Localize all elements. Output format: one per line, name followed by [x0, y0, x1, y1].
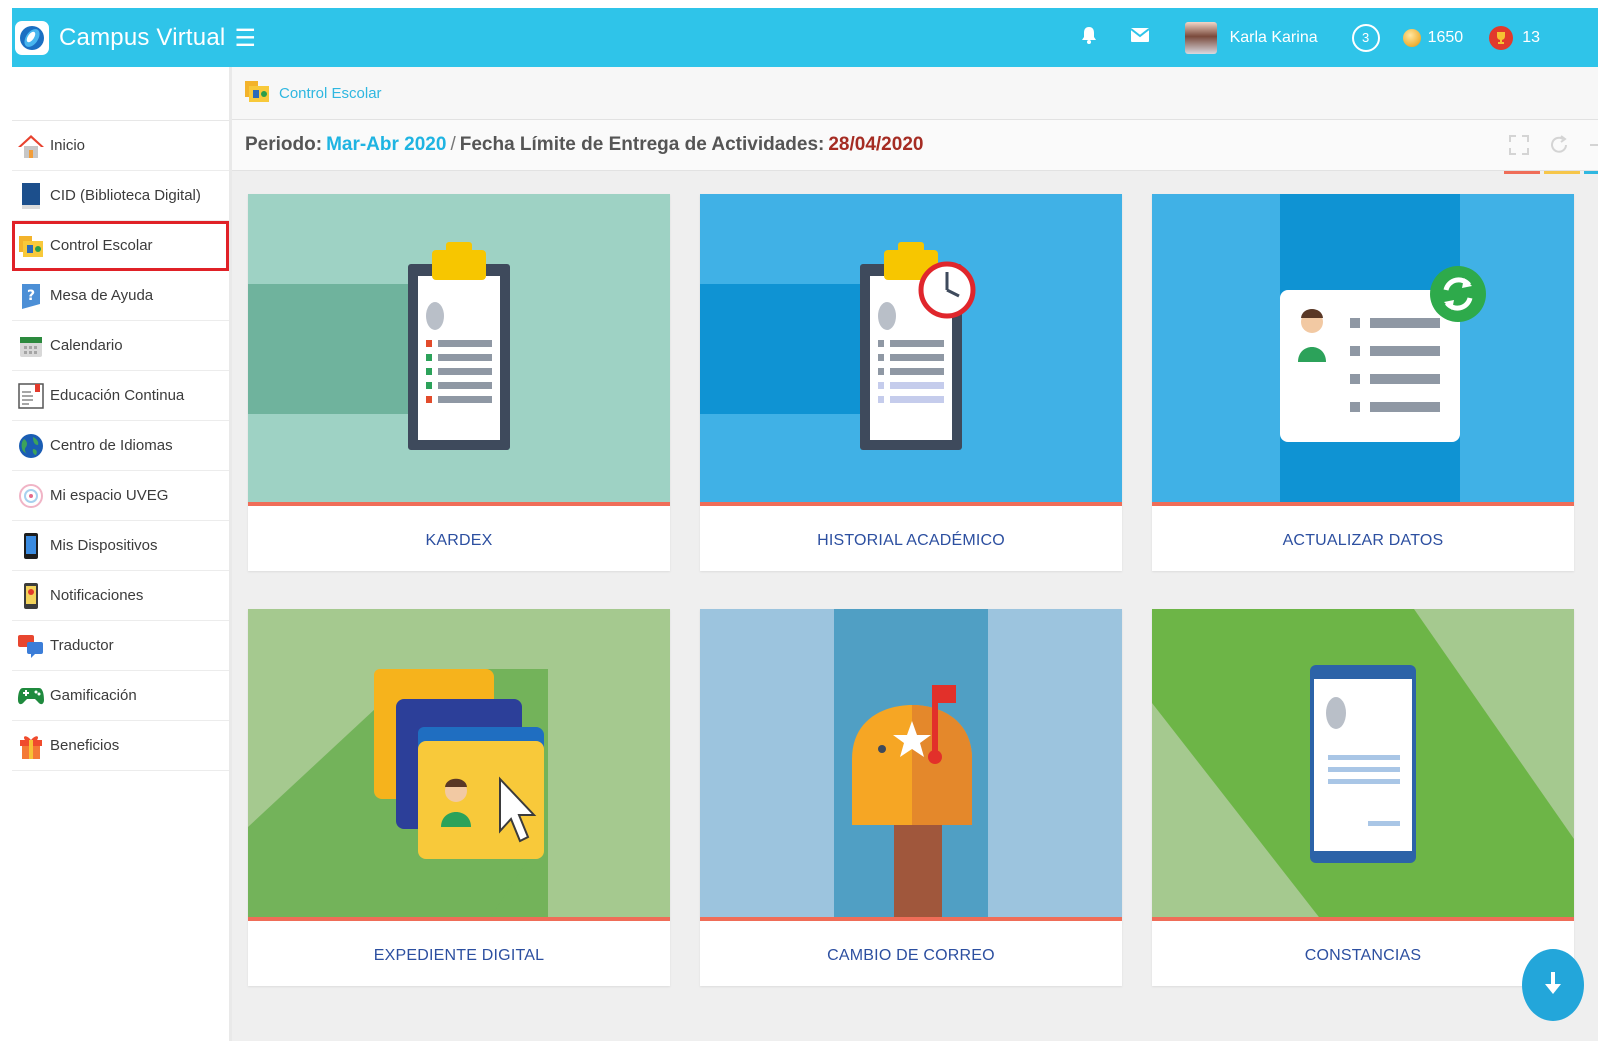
sidebar-item-label: Notificaciones	[50, 587, 144, 604]
chat-icon	[17, 632, 45, 660]
sidebar-item-label: Beneficios	[50, 737, 120, 754]
sidebar-item-label: Mis Dispositivos	[50, 537, 158, 554]
level-badge[interactable]: 3	[1351, 23, 1380, 52]
sidebar-item-educacion-continua[interactable]: Educación Continua	[12, 371, 229, 421]
cambio-correo-illustration	[700, 609, 1122, 921]
sidebar-item-inicio[interactable]: Inicio	[12, 121, 229, 171]
user-avatar[interactable]	[1184, 21, 1217, 54]
card-constancias[interactable]: CONSTANCIAS	[1152, 609, 1574, 986]
trophy-count[interactable]: 13	[1522, 29, 1540, 47]
scroll-down-button[interactable]	[1522, 949, 1584, 1021]
kardex-illustration	[248, 194, 670, 506]
book-icon	[17, 182, 45, 210]
sidebar-item-label: Inicio	[50, 137, 86, 154]
card-label: KARDEX	[425, 531, 493, 549]
sidebar-item-centro-de-idiomas[interactable]: Centro de Idiomas	[12, 421, 229, 471]
constancias-illustration	[1152, 609, 1574, 921]
coin-icon	[1402, 28, 1421, 47]
brand-logo-icon	[15, 21, 49, 55]
card-label: CONSTANCIAS	[1304, 946, 1422, 964]
sidebar-item-label: CID (Biblioteca Digital)	[50, 187, 201, 204]
card-expediente-digital[interactable]: EXPEDIENTE DIGITAL	[248, 609, 670, 986]
globe-icon	[17, 432, 45, 460]
sidebar-item-label: Control Escolar	[50, 237, 153, 254]
sidebar-item-cid[interactable]: CID (Biblioteca Digital)	[12, 171, 229, 221]
svg-text:?: ?	[27, 288, 35, 304]
sidebar-item-label: Mesa de Ayuda	[50, 287, 154, 304]
historial-illustration	[700, 194, 1122, 506]
sidebar-item-calendario[interactable]: Calendario	[12, 321, 229, 371]
card-historial-academico[interactable]: HISTORIAL ACADÉMICO	[700, 194, 1122, 571]
card-label: ACTUALIZAR DATOS	[1282, 531, 1444, 549]
sidebar-item-control-escolar[interactable]: Control Escolar	[12, 221, 229, 271]
actualizar-datos-illustration	[1152, 194, 1574, 506]
deadline-label: Fecha Límite de Entrega de Actividades:	[459, 134, 825, 155]
sidebar-nav: Inicio CID (Biblioteca Digital) Control …	[12, 120, 229, 771]
sidebar-item-label: Traductor	[50, 637, 114, 654]
top-right-tools: Karla Karina 3 1650 13	[1081, 8, 1598, 67]
period-header: Periodo: Mar-Abr 2020 / Fecha Límite de …	[232, 120, 1598, 174]
sidebar-item-label: Gamificación	[50, 687, 137, 704]
card-label: HISTORIAL ACADÉMICO	[817, 531, 1005, 549]
sidebar-item-beneficios[interactable]: Beneficios	[12, 721, 229, 771]
period-label: Periodo:	[245, 134, 323, 155]
sidebar-item-label: Centro de Idiomas	[50, 437, 173, 454]
brand[interactable]: Campus Virtual ☰	[15, 21, 256, 55]
main-content: Control Escolar Periodo: Mar-Abr 2020 / …	[232, 67, 1598, 1041]
card-cambio-de-correo[interactable]: CAMBIO DE CORREO	[700, 609, 1122, 986]
collapse-icon[interactable]	[1588, 134, 1598, 162]
top-bar: Campus Virtual ☰ Karla Karina 3 1650 13	[12, 8, 1598, 67]
card-label: CAMBIO DE CORREO	[827, 946, 995, 964]
period-value: Mar-Abr 2020	[326, 134, 447, 155]
brand-title: Campus Virtual	[59, 24, 226, 51]
coin-count[interactable]: 1650	[1428, 29, 1464, 47]
card-kardex[interactable]: KARDEX	[248, 194, 670, 571]
user-name[interactable]: Karla Karina	[1230, 29, 1318, 47]
arrow-down-icon	[1543, 970, 1563, 1001]
bell-icon[interactable]	[1081, 26, 1097, 49]
card-actualizar-datos[interactable]: ACTUALIZAR DATOS	[1152, 194, 1574, 571]
help-icon: ?	[17, 282, 45, 310]
sidebar-item-mesa-de-ayuda[interactable]: ? Mesa de Ayuda	[12, 271, 229, 321]
school-folder-icon	[243, 78, 271, 109]
mail-icon[interactable]	[1129, 28, 1150, 47]
sidebar: Inicio CID (Biblioteca Digital) Control …	[12, 67, 232, 1041]
sidebar-item-gamificacion[interactable]: Gamificación	[12, 671, 229, 721]
sidebar-item-mi-espacio-uveg[interactable]: Mi espacio UVEG	[12, 471, 229, 521]
sidebar-item-traductor[interactable]: Traductor	[12, 621, 229, 671]
trophy-icon	[1489, 25, 1514, 50]
panel-tools	[1508, 134, 1598, 162]
sidebar-item-mis-dispositivos[interactable]: Mis Dispositivos	[12, 521, 229, 571]
gamepad-icon	[17, 682, 45, 710]
home-icon	[17, 132, 45, 160]
panel-color-lines	[1504, 171, 1598, 174]
expediente-illustration	[248, 609, 670, 921]
space-icon	[17, 482, 45, 510]
refresh-icon[interactable]	[1548, 134, 1570, 162]
period-separator: /	[450, 134, 456, 155]
expand-icon[interactable]	[1508, 134, 1530, 162]
sidebar-item-label: Calendario	[50, 337, 123, 354]
school-folder-icon	[17, 232, 45, 260]
sidebar-item-notificaciones[interactable]: Notificaciones	[12, 571, 229, 621]
phone-icon	[17, 532, 45, 560]
sidebar-item-label: Mi espacio UVEG	[50, 487, 169, 504]
menu-toggle-icon[interactable]: ☰	[234, 24, 256, 53]
sidebar-item-label: Educación Continua	[50, 387, 185, 404]
card-label: EXPEDIENTE DIGITAL	[373, 946, 545, 964]
breadcrumb-item[interactable]: Control Escolar	[279, 85, 382, 102]
document-icon	[17, 382, 45, 410]
deadline-value: 28/04/2020	[828, 134, 924, 155]
notification-phone-icon	[17, 582, 45, 610]
gift-icon	[17, 732, 45, 760]
calendar-icon	[17, 332, 45, 360]
breadcrumb: Control Escolar	[232, 67, 1598, 120]
